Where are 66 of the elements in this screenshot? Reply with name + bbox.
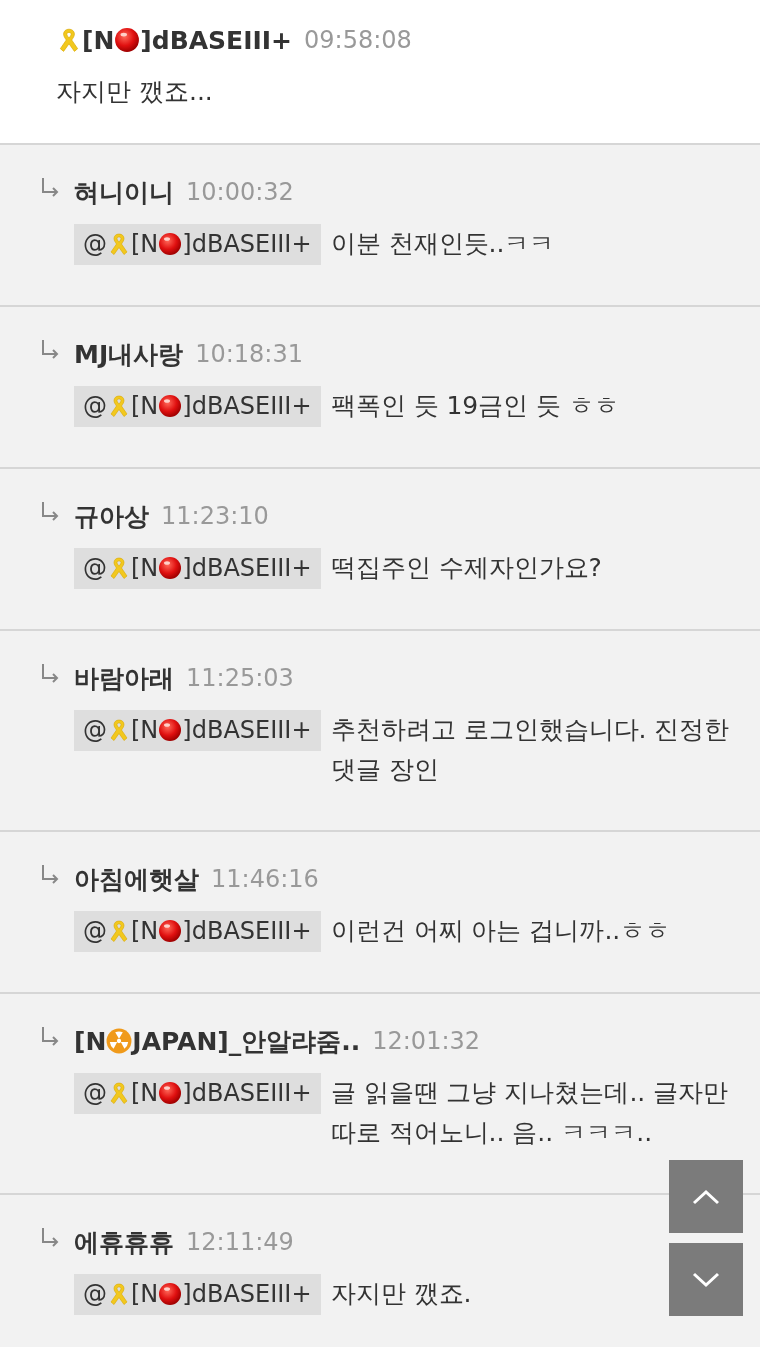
ball-icon xyxy=(158,556,183,580)
mention-tag[interactable]: @ [N ]dBASEIII+ xyxy=(74,1073,321,1114)
ball-icon xyxy=(114,26,141,53)
comment-text: 자지만 깼죠... xyxy=(56,76,214,108)
mention-text: @ xyxy=(83,1280,107,1308)
mention-text: ]dBASEIII+ xyxy=(182,230,312,258)
mention-text: [N xyxy=(131,716,159,744)
chevron-down-icon xyxy=(692,1271,720,1288)
mention-text: ]dBASEIII+ xyxy=(182,554,312,582)
mention-text: ]dBASEIII+ xyxy=(182,392,312,420)
mention-text: @ xyxy=(83,1079,107,1107)
mention-text: [N xyxy=(131,1079,159,1107)
comment-time: 12:11:49 xyxy=(186,1228,294,1256)
mention-text: @ xyxy=(83,917,107,945)
ball-icon xyxy=(158,394,183,418)
comment-time: 09:58:08 xyxy=(304,26,412,54)
comment-time: 10:00:32 xyxy=(186,178,294,206)
comment-text: 자지만 깼죠. xyxy=(330,1278,472,1310)
mention-text: @ xyxy=(83,554,107,582)
ball-icon xyxy=(158,1282,183,1306)
author-name: JAPAN]_안알랴줌.. xyxy=(132,1026,361,1056)
comment-text: 추천하려고 로그인했습니다. 진정한 댓글 장인 xyxy=(330,714,730,786)
comment-text: 글 읽을땐 그냥 지나쳤는데.. 글자만 따로 적어노니.. 음.. ㅋㅋㅋ.. xyxy=(330,1077,730,1149)
ball-icon xyxy=(158,232,183,256)
mention-tag[interactable]: @ [N ]dBASEIII+ xyxy=(74,224,321,265)
mention-tag[interactable]: @ [N ]dBASEIII+ xyxy=(74,710,321,751)
mention-text: ]dBASEIII+ xyxy=(182,1079,312,1107)
mention-text: @ xyxy=(83,230,107,258)
author-name: 혀니이니 xyxy=(74,177,174,207)
mention-tag[interactable]: @ [N ]dBASEIII+ xyxy=(74,386,321,427)
mention-text: ]dBASEIII+ xyxy=(182,716,312,744)
mention-text: [N xyxy=(131,392,159,420)
scroll-top-button[interactable] xyxy=(669,1160,743,1233)
comment-time: 12:01:32 xyxy=(372,1027,481,1055)
comment-text: 팩폭인 듯 19금인 듯 ㅎㅎ xyxy=(330,390,620,422)
author-name: [N xyxy=(82,25,115,55)
comment-time: 11:23:10 xyxy=(161,502,269,530)
mention-text: [N xyxy=(131,554,159,582)
mention-tag[interactable]: @ [N ]dBASEIII+ xyxy=(74,548,321,589)
author-name: ]dBASEIII+ xyxy=(140,25,293,55)
ball-icon xyxy=(158,718,183,742)
mention-text: ]dBASEIII+ xyxy=(182,1280,312,1308)
mention-text: [N xyxy=(131,917,159,945)
scroll-bottom-button[interactable] xyxy=(669,1243,743,1316)
ball-icon xyxy=(158,919,183,943)
mention-tag[interactable]: @ [N ]dBASEIII+ xyxy=(74,1274,321,1315)
author-name: MJ내사랑 xyxy=(74,339,184,369)
comment-text: 이분 천재인듯..ㅋㅋ xyxy=(330,228,555,260)
mention-text: ]dBASEIII+ xyxy=(182,917,312,945)
author-name: 규아상 xyxy=(74,501,149,531)
mention-text: @ xyxy=(83,716,107,744)
mention-text: @ xyxy=(83,392,107,420)
mention-tag[interactable]: @ [N ]dBASEIII+ xyxy=(74,911,321,952)
comment-time: 10:18:31 xyxy=(195,340,303,368)
mention-text: [N xyxy=(131,1280,159,1308)
mention-text: [N xyxy=(131,230,159,258)
ball-icon xyxy=(158,1081,183,1105)
author-name: 아침에햇살 xyxy=(74,864,199,894)
comment-time: 11:25:03 xyxy=(186,664,294,692)
comment-text: 이런건 어찌 아는 겁니까..ㅎㅎ xyxy=(330,915,671,947)
author-name: [N xyxy=(74,1026,107,1056)
comment-text: 떡집주인 수제자인가요? xyxy=(330,552,602,584)
chevron-up-icon xyxy=(692,1188,720,1205)
author-name: 에휴휴휴 xyxy=(74,1227,174,1257)
author-name: 바람아래 xyxy=(74,663,174,693)
comment-time: 11:46:16 xyxy=(211,865,319,893)
